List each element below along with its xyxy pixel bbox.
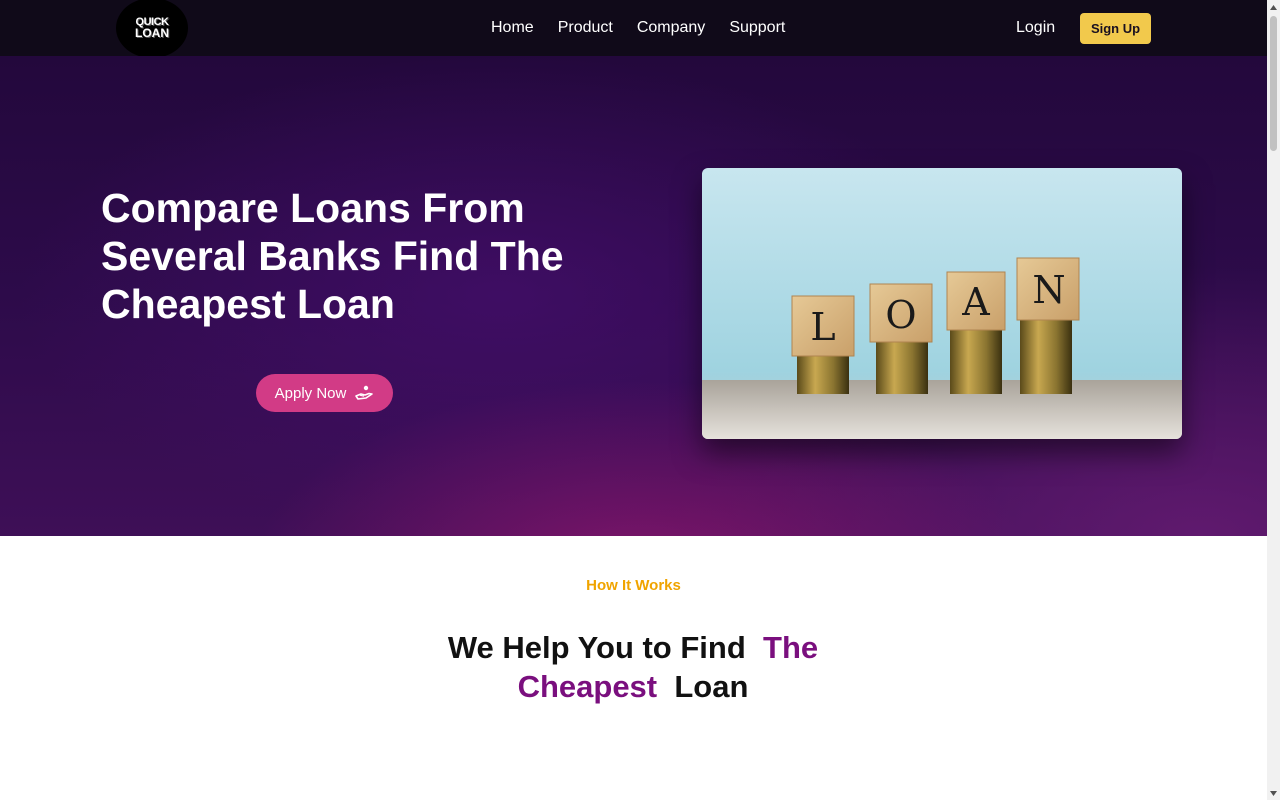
nav-home-link[interactable]: Home	[491, 19, 534, 37]
logo-text-line2: LOAN	[135, 26, 169, 40]
title-accent-the: The	[763, 630, 819, 665]
title-part2: Loan	[674, 669, 749, 704]
quick-loan-logo[interactable]: QUICK LOAN	[116, 0, 188, 58]
page-scrollbar[interactable]	[1267, 0, 1280, 800]
svg-text:O: O	[885, 293, 916, 337]
svg-text:N: N	[1032, 268, 1065, 312]
apply-now-label: Apply Now	[274, 384, 347, 402]
title-part1: We Help You to Find	[447, 630, 746, 665]
sign-up-button[interactable]: Sign Up	[1080, 13, 1151, 44]
loan-blocks-image: L O A N	[702, 168, 1182, 439]
hand-coin-icon	[355, 385, 374, 400]
how-it-works-title: We Help You to Find The Cheapest Loan	[433, 628, 833, 706]
svg-text:L: L	[810, 305, 835, 349]
nav-product-link[interactable]: Product	[558, 19, 613, 37]
hero-section: Compare Loans From Several Banks Find Th…	[0, 56, 1267, 536]
svg-text:A: A	[961, 280, 990, 324]
scrollbar-thumb[interactable]	[1270, 16, 1277, 151]
scroll-up-arrow-icon[interactable]	[1267, 0, 1280, 14]
nav-links: Home Product Company Support	[491, 0, 785, 56]
hero-title: Compare Loans From Several Banks Find Th…	[101, 185, 564, 327]
title-accent-cheapest: Cheapest	[517, 669, 658, 704]
apply-now-button[interactable]: Apply Now	[256, 374, 393, 412]
nav-support-link[interactable]: Support	[729, 19, 785, 37]
navbar: QUICK LOAN Home Product Company Support …	[0, 0, 1267, 58]
how-it-works-label: How It Works	[586, 577, 681, 594]
loan-blocks-illustration: L O A N	[702, 168, 1182, 439]
scroll-down-arrow-icon[interactable]	[1267, 786, 1280, 800]
login-link[interactable]: Login	[1016, 0, 1055, 56]
nav-company-link[interactable]: Company	[637, 19, 705, 37]
